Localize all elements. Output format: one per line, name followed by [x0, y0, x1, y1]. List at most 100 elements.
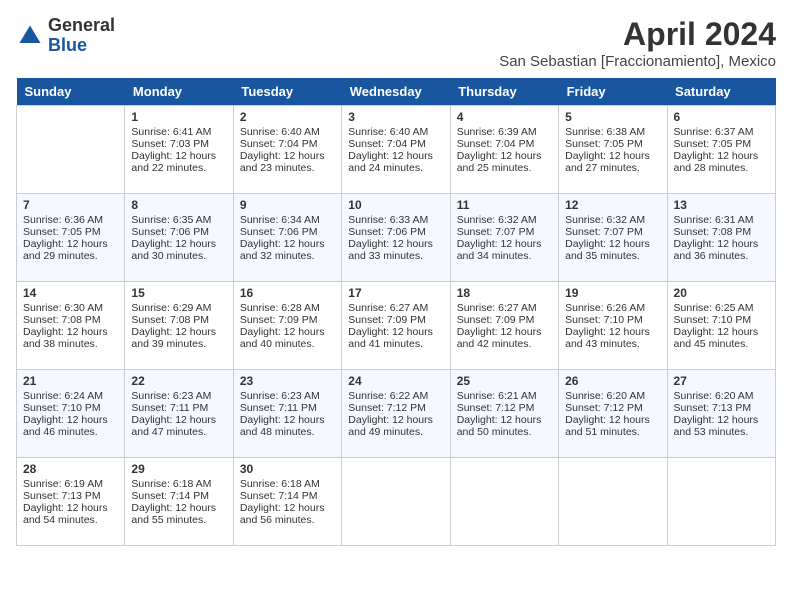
sunset-text: Sunset: 7:06 PM	[131, 226, 209, 238]
daylight-text: Daylight: 12 hours and 50 minutes.	[457, 414, 542, 438]
daylight-text: Daylight: 12 hours and 24 minutes.	[348, 150, 433, 174]
sunrise-text: Sunrise: 6:27 AM	[457, 302, 537, 314]
sunrise-text: Sunrise: 6:24 AM	[23, 390, 103, 402]
day-number: 19	[565, 286, 660, 300]
daylight-text: Daylight: 12 hours and 34 minutes.	[457, 238, 542, 262]
sunrise-text: Sunrise: 6:40 AM	[348, 126, 428, 138]
daylight-text: Daylight: 12 hours and 30 minutes.	[131, 238, 216, 262]
calendar-cell: 24 Sunrise: 6:22 AM Sunset: 7:12 PM Dayl…	[342, 370, 450, 458]
sunrise-text: Sunrise: 6:23 AM	[240, 390, 320, 402]
calendar-cell: 22 Sunrise: 6:23 AM Sunset: 7:11 PM Dayl…	[125, 370, 233, 458]
sunrise-text: Sunrise: 6:29 AM	[131, 302, 211, 314]
day-number: 11	[457, 198, 552, 212]
week-row-3: 14 Sunrise: 6:30 AM Sunset: 7:08 PM Dayl…	[17, 282, 776, 370]
calendar-cell	[342, 458, 450, 546]
sunrise-text: Sunrise: 6:31 AM	[674, 214, 754, 226]
sunrise-text: Sunrise: 6:28 AM	[240, 302, 320, 314]
sunrise-text: Sunrise: 6:37 AM	[674, 126, 754, 138]
calendar-cell: 4 Sunrise: 6:39 AM Sunset: 7:04 PM Dayli…	[450, 106, 558, 194]
calendar-cell: 13 Sunrise: 6:31 AM Sunset: 7:08 PM Dayl…	[667, 194, 775, 282]
daylight-text: Daylight: 12 hours and 22 minutes.	[131, 150, 216, 174]
calendar-cell: 20 Sunrise: 6:25 AM Sunset: 7:10 PM Dayl…	[667, 282, 775, 370]
calendar-cell	[559, 458, 667, 546]
sunrise-text: Sunrise: 6:21 AM	[457, 390, 537, 402]
daylight-text: Daylight: 12 hours and 49 minutes.	[348, 414, 433, 438]
daylight-text: Daylight: 12 hours and 33 minutes.	[348, 238, 433, 262]
sunrise-text: Sunrise: 6:35 AM	[131, 214, 211, 226]
day-number: 4	[457, 110, 552, 124]
day-number: 29	[131, 462, 226, 476]
sunset-text: Sunset: 7:14 PM	[131, 490, 209, 502]
sunrise-text: Sunrise: 6:34 AM	[240, 214, 320, 226]
daylight-text: Daylight: 12 hours and 56 minutes.	[240, 502, 325, 526]
logo-icon	[16, 22, 44, 50]
day-header-thursday: Thursday	[450, 78, 558, 106]
day-header-tuesday: Tuesday	[233, 78, 341, 106]
calendar-cell: 1 Sunrise: 6:41 AM Sunset: 7:03 PM Dayli…	[125, 106, 233, 194]
day-header-saturday: Saturday	[667, 78, 775, 106]
daylight-text: Daylight: 12 hours and 53 minutes.	[674, 414, 759, 438]
calendar-cell: 5 Sunrise: 6:38 AM Sunset: 7:05 PM Dayli…	[559, 106, 667, 194]
sunset-text: Sunset: 7:12 PM	[565, 402, 643, 414]
week-row-2: 7 Sunrise: 6:36 AM Sunset: 7:05 PM Dayli…	[17, 194, 776, 282]
calendar-cell: 8 Sunrise: 6:35 AM Sunset: 7:06 PM Dayli…	[125, 194, 233, 282]
day-number: 14	[23, 286, 118, 300]
calendar-cell	[17, 106, 125, 194]
sunrise-text: Sunrise: 6:32 AM	[565, 214, 645, 226]
title-block: April 2024 San Sebastian [Fraccionamient…	[499, 16, 776, 70]
calendar-cell: 11 Sunrise: 6:32 AM Sunset: 7:07 PM Dayl…	[450, 194, 558, 282]
sunrise-text: Sunrise: 6:20 AM	[674, 390, 754, 402]
day-number: 17	[348, 286, 443, 300]
day-number: 26	[565, 374, 660, 388]
sunset-text: Sunset: 7:09 PM	[240, 314, 318, 326]
daylight-text: Daylight: 12 hours and 45 minutes.	[674, 326, 759, 350]
daylight-text: Daylight: 12 hours and 39 minutes.	[131, 326, 216, 350]
logo-text: General Blue	[48, 16, 115, 56]
calendar-cell: 12 Sunrise: 6:32 AM Sunset: 7:07 PM Dayl…	[559, 194, 667, 282]
day-number: 16	[240, 286, 335, 300]
sunset-text: Sunset: 7:13 PM	[23, 490, 101, 502]
sunrise-text: Sunrise: 6:36 AM	[23, 214, 103, 226]
day-number: 3	[348, 110, 443, 124]
day-number: 28	[23, 462, 118, 476]
sunset-text: Sunset: 7:03 PM	[131, 138, 209, 150]
daylight-text: Daylight: 12 hours and 47 minutes.	[131, 414, 216, 438]
sunrise-text: Sunrise: 6:26 AM	[565, 302, 645, 314]
sunset-text: Sunset: 7:10 PM	[23, 402, 101, 414]
daylight-text: Daylight: 12 hours and 55 minutes.	[131, 502, 216, 526]
sunrise-text: Sunrise: 6:23 AM	[131, 390, 211, 402]
week-row-4: 21 Sunrise: 6:24 AM Sunset: 7:10 PM Dayl…	[17, 370, 776, 458]
sunset-text: Sunset: 7:10 PM	[674, 314, 752, 326]
calendar-cell: 2 Sunrise: 6:40 AM Sunset: 7:04 PM Dayli…	[233, 106, 341, 194]
day-number: 25	[457, 374, 552, 388]
daylight-text: Daylight: 12 hours and 27 minutes.	[565, 150, 650, 174]
sunrise-text: Sunrise: 6:19 AM	[23, 478, 103, 490]
day-number: 23	[240, 374, 335, 388]
sunset-text: Sunset: 7:08 PM	[674, 226, 752, 238]
sunrise-text: Sunrise: 6:18 AM	[131, 478, 211, 490]
day-number: 21	[23, 374, 118, 388]
daylight-text: Daylight: 12 hours and 46 minutes.	[23, 414, 108, 438]
sunset-text: Sunset: 7:08 PM	[23, 314, 101, 326]
calendar-cell: 25 Sunrise: 6:21 AM Sunset: 7:12 PM Dayl…	[450, 370, 558, 458]
sunrise-text: Sunrise: 6:20 AM	[565, 390, 645, 402]
sunset-text: Sunset: 7:11 PM	[131, 402, 208, 414]
sunset-text: Sunset: 7:12 PM	[457, 402, 535, 414]
calendar-cell: 26 Sunrise: 6:20 AM Sunset: 7:12 PM Dayl…	[559, 370, 667, 458]
daylight-text: Daylight: 12 hours and 35 minutes.	[565, 238, 650, 262]
daylight-text: Daylight: 12 hours and 51 minutes.	[565, 414, 650, 438]
sunset-text: Sunset: 7:13 PM	[674, 402, 752, 414]
calendar-cell	[667, 458, 775, 546]
day-number: 9	[240, 198, 335, 212]
calendar-cell: 30 Sunrise: 6:18 AM Sunset: 7:14 PM Dayl…	[233, 458, 341, 546]
calendar-cell: 6 Sunrise: 6:37 AM Sunset: 7:05 PM Dayli…	[667, 106, 775, 194]
daylight-text: Daylight: 12 hours and 41 minutes.	[348, 326, 433, 350]
day-number: 13	[674, 198, 769, 212]
day-number: 7	[23, 198, 118, 212]
day-number: 2	[240, 110, 335, 124]
sunset-text: Sunset: 7:10 PM	[565, 314, 643, 326]
day-number: 24	[348, 374, 443, 388]
sunset-text: Sunset: 7:09 PM	[457, 314, 535, 326]
calendar-cell: 10 Sunrise: 6:33 AM Sunset: 7:06 PM Dayl…	[342, 194, 450, 282]
daylight-text: Daylight: 12 hours and 23 minutes.	[240, 150, 325, 174]
